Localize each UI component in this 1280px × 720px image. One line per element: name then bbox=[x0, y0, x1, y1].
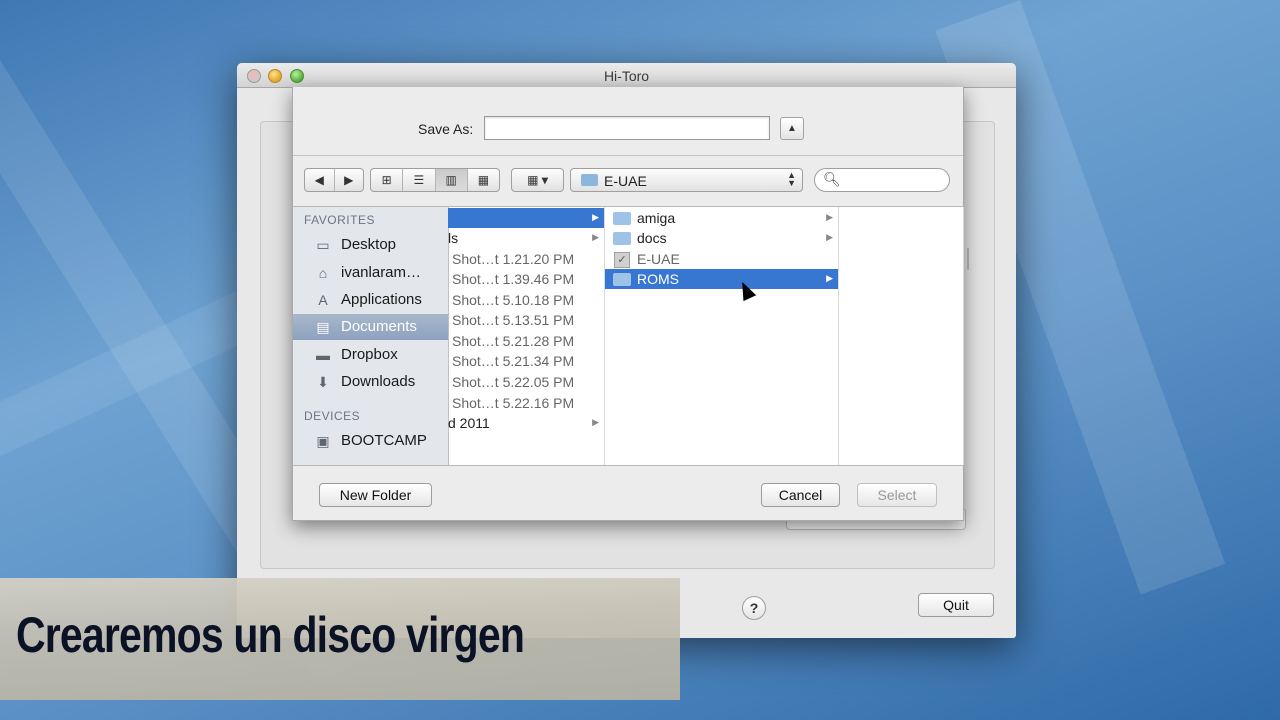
folder-icon: ▬ bbox=[316, 347, 330, 363]
list-item[interactable]: Shot…t 5.22.05 PM bbox=[448, 372, 604, 392]
back-forward-control[interactable]: ◀ ▶ bbox=[304, 168, 364, 192]
home-icon: ⌂ bbox=[318, 265, 328, 281]
list-item[interactable]: Shot…t 1.39.46 PM bbox=[448, 269, 604, 289]
browser-column-3 bbox=[839, 207, 964, 465]
chevron-down-icon: ▾ bbox=[541, 173, 548, 187]
list-item[interactable]: Shot…t 5.13.51 PM bbox=[448, 310, 604, 330]
coverflow-view-icon[interactable]: ▦ bbox=[468, 169, 499, 191]
video-caption: Crearemos un disco virgen bbox=[16, 607, 525, 663]
chevron-right-icon: ▶ bbox=[826, 273, 833, 283]
list-item[interactable]: amiga ▶ bbox=[605, 208, 838, 228]
file-browser: FAVORITES ▭ Desktop ⌂ ivanlaram… A Appli… bbox=[293, 206, 964, 466]
list-item[interactable]: ls ▶ bbox=[448, 228, 604, 248]
save-as-input[interactable] bbox=[484, 116, 770, 140]
applications-icon: A bbox=[318, 292, 328, 308]
search-field[interactable]: 🔍︎ bbox=[814, 168, 950, 192]
chevron-right-icon: ▶ bbox=[592, 417, 599, 427]
sidebar: FAVORITES ▭ Desktop ⌂ ivanlaram… A Appli… bbox=[293, 207, 449, 465]
help-button[interactable]: ? bbox=[742, 596, 766, 620]
list-item[interactable]: Shot…t 5.10.18 PM bbox=[448, 290, 604, 310]
title-bar[interactable]: Hi-Toro bbox=[237, 63, 1016, 88]
quit-button[interactable]: Quit bbox=[918, 593, 994, 617]
browser-column-2: amiga ▶ docs ▶ ✓ E-UAE ROMS ▶ bbox=[605, 207, 839, 465]
list-item[interactable]: ROMS ▶ bbox=[605, 269, 838, 289]
sidebar-item-documents[interactable]: ▤ Documents bbox=[293, 314, 448, 340]
chevron-right-icon: ▶ bbox=[592, 232, 599, 242]
sidebar-item-label: Documents bbox=[341, 318, 417, 335]
chevron-right-icon: ▶ bbox=[826, 232, 833, 242]
list-item[interactable]: d 2011 ▶ bbox=[448, 413, 604, 433]
list-view-icon[interactable]: ☰ bbox=[403, 169, 436, 191]
save-sheet: Save As: ▲ ◀ ▶ ⊞ ☰ ▥ ▦ ▦ ▾ E-UAE ▲ ▼ 🔍︎ F… bbox=[292, 87, 964, 521]
app-icon: ✓ bbox=[614, 252, 630, 268]
list-item[interactable]: Shot…t 5.21.28 PM bbox=[448, 331, 604, 351]
location-popup[interactable]: E-UAE ▲ ▼ bbox=[570, 168, 803, 192]
downloads-icon: ⬇ bbox=[317, 374, 329, 390]
documents-icon: ▤ bbox=[316, 319, 330, 335]
collapse-toggle-button[interactable]: ▲ bbox=[780, 117, 804, 140]
new-folder-button[interactable]: New Folder bbox=[319, 483, 432, 507]
search-icon: 🔍︎ bbox=[823, 171, 841, 187]
list-item[interactable]: ▶ bbox=[448, 208, 604, 228]
list-item[interactable]: Shot…t 5.21.34 PM bbox=[448, 351, 604, 371]
sidebar-item-label: Downloads bbox=[341, 373, 416, 390]
list-item[interactable]: Shot…t 5.22.16 PM bbox=[448, 393, 604, 413]
sidebar-item-desktop[interactable]: ▭ Desktop bbox=[293, 232, 448, 258]
sidebar-item-label: BOOTCAMP bbox=[341, 432, 427, 449]
chevron-right-icon: ▶ bbox=[826, 212, 833, 222]
column-view-icon[interactable]: ▥ bbox=[435, 169, 468, 191]
window-title: Hi-Toro bbox=[603, 68, 650, 84]
sidebar-item-dropbox[interactable]: ▬ Dropbox bbox=[293, 342, 448, 368]
chevron-right-icon: ▶ bbox=[592, 212, 599, 222]
sidebar-item-home[interactable]: ⌂ ivanlaram… bbox=[293, 260, 448, 286]
save-as-label: Save As: bbox=[418, 121, 474, 137]
sidebar-item-bootcamp[interactable]: ▣ BOOTCAMP bbox=[293, 428, 448, 454]
list-item[interactable]: Shot…t 1.21.20 PM bbox=[448, 249, 604, 269]
hidden-control bbox=[967, 248, 969, 270]
desktop-icon: ▭ bbox=[316, 237, 330, 253]
arrange-menu-button[interactable]: ▦ ▾ bbox=[511, 168, 564, 192]
cancel-button[interactable]: Cancel bbox=[761, 483, 840, 507]
list-item[interactable]: ✓ E-UAE bbox=[605, 249, 838, 269]
list-item[interactable]: docs ▶ bbox=[605, 228, 838, 248]
popup-arrows-icon: ▲ ▼ bbox=[787, 170, 796, 188]
folder-icon bbox=[581, 174, 598, 186]
folder-icon bbox=[613, 232, 631, 245]
sidebar-item-label: Dropbox bbox=[341, 346, 398, 363]
location-label: E-UAE bbox=[604, 173, 647, 189]
sidebar-item-downloads[interactable]: ⬇ Downloads bbox=[293, 369, 448, 395]
view-mode-control[interactable]: ⊞ ☰ ▥ ▦ bbox=[370, 168, 500, 192]
sidebar-item-label: Applications bbox=[341, 291, 422, 308]
folder-icon bbox=[613, 212, 631, 225]
disk-icon: ▣ bbox=[316, 433, 330, 449]
favorites-header: FAVORITES bbox=[304, 213, 375, 227]
sidebar-item-label: Desktop bbox=[341, 236, 397, 253]
divider bbox=[293, 155, 963, 156]
folder-icon bbox=[613, 273, 631, 286]
arrange-icon: ▦ ▾ bbox=[527, 173, 548, 187]
browser-column-1: ▶ ls ▶ Shot…t 1.21.20 PM Shot…t 1.39.46 P… bbox=[448, 207, 605, 465]
back-arrow-icon[interactable]: ◀ bbox=[305, 169, 335, 191]
forward-arrow-icon[interactable]: ▶ bbox=[335, 169, 364, 191]
sidebar-item-applications[interactable]: A Applications bbox=[293, 287, 448, 313]
devices-header: DEVICES bbox=[304, 409, 361, 423]
select-button[interactable]: Select bbox=[857, 483, 937, 507]
sidebar-item-label: ivanlaram… bbox=[341, 264, 422, 281]
icon-view-icon[interactable]: ⊞ bbox=[371, 169, 404, 191]
